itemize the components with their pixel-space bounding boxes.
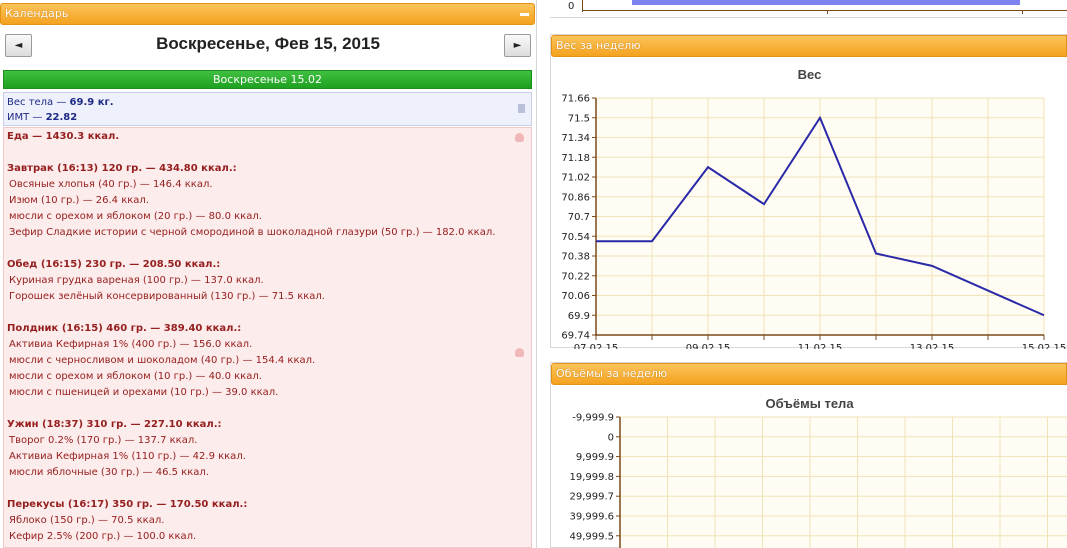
app-root: Календарь ◄ Воскресенье, Фев 15, 2015 ► …	[0, 0, 1067, 548]
food-item: мюсли с орехом и яблоком (10 гр.) — 40.0…	[9, 371, 262, 382]
trash-icon[interactable]	[518, 104, 525, 113]
collapse-icon[interactable]	[520, 13, 529, 16]
food-item: мюсли с пшеницей и орехами (10 гр.) — 39…	[9, 387, 279, 398]
xtick-label: 15.02.15	[1022, 343, 1067, 349]
hand-icon[interactable]	[515, 348, 524, 357]
food-item: Изюм (10 гр.) — 26.4 ккал.	[9, 195, 150, 206]
ytick-label: 70.86	[561, 192, 590, 203]
ytick-label: 71.18	[561, 153, 590, 164]
weight-panel-header[interactable]: Вес за неделю	[551, 35, 1067, 57]
calendar-header-title: Календарь	[5, 7, 69, 20]
volume-panel: Объёмы за неделю Объёмы тела -9,999.9 0 9,…	[550, 362, 1067, 548]
weight-chart: 71.66 71.5 71.34 71.18 71.02 70.86 70.7 70.54 70…	[561, 94, 1067, 350]
ytick-label: 0	[568, 1, 575, 12]
x-axis	[582, 10, 1067, 11]
food-item: Овсяные хлопья (40 гр.) — 146.4 ккал.	[9, 179, 213, 190]
ytick-label: 71.02	[561, 173, 590, 184]
food-item: Куриная грудка вареная (100 гр.) — 137.0…	[9, 275, 264, 286]
weight-row: Вес тела — 69.9 кг.	[7, 95, 528, 110]
ytick-label: 70.06	[561, 291, 590, 302]
ytick-label: 9,999.9	[576, 452, 614, 463]
meal-heading: Обед (16:15) 230 гр. — 208.50 ккал.:	[7, 259, 221, 270]
ytick-label: 70.54	[561, 232, 590, 243]
meal-heading: Ужин (18:37) 310 гр. — 227.10 ккал.:	[7, 419, 222, 430]
xtick-label: 13.02.15	[910, 343, 955, 349]
weight-value: 69.9 кг.	[69, 97, 114, 108]
meal-heading: Перекусы (16:17) 350 гр. — 170.50 ккал.:	[7, 499, 248, 510]
ytick-label: 0	[608, 432, 614, 443]
ytick-label: -9,999.9	[572, 413, 614, 424]
bmi-value: 22.82	[45, 112, 78, 123]
food-item: Яблоко (150 гр.) — 70.5 ккал.	[9, 515, 165, 526]
ytick-label: 19,999.8	[569, 472, 614, 483]
chart-bar	[632, 0, 1020, 5]
ytick-label: 70.22	[561, 271, 590, 282]
ytick-label: 49,999.5	[569, 531, 614, 542]
food-item: Горошек зелёный консервированный (130 гр…	[9, 291, 325, 302]
x-tick	[827, 10, 828, 14]
body-metrics-box: Вес тела — 69.9 кг. ИМТ — 22.82	[3, 92, 532, 126]
next-day-button[interactable]: ►	[504, 34, 531, 57]
date-title: Воскресенье, Фев 15, 2015	[156, 34, 380, 53]
hand-icon[interactable]	[515, 133, 524, 142]
ytick-label: 70.7	[568, 212, 590, 223]
top-chart-remnant: 0	[550, 0, 1067, 18]
x-tick	[1022, 10, 1023, 14]
meal-heading: Завтрак (16:13) 120 гр. — 434.80 ккал.:	[7, 163, 237, 174]
xtick-label: 11.02.15	[798, 343, 843, 349]
calendar-panel: Календарь ◄ Воскресенье, Фев 15, 2015 ► …	[0, 0, 537, 548]
meal-heading: Еда — 1430.3 ккал.	[7, 131, 120, 142]
ytick-label: 29,999.7	[569, 492, 614, 503]
bmi-label: ИМТ —	[7, 112, 46, 123]
ytick-label: 70.38	[561, 252, 590, 263]
weight-label: Вес тела —	[7, 97, 70, 108]
xtick-label: 09.02.15	[686, 343, 731, 349]
ytick-label: 71.66	[561, 94, 590, 105]
food-item: мюсли яблочные (30 гр.) — 46.5 ккал.	[9, 467, 209, 478]
prev-day-button[interactable]: ◄	[5, 34, 32, 57]
calendar-header: Календарь	[0, 3, 535, 25]
food-item: Активиа Кефирная 1% (110 гр.) — 42.9 кка…	[9, 451, 246, 462]
food-item: Творог 0.2% (170 гр.) — 137.7 ккал.	[9, 435, 198, 446]
day-bar[interactable]: Воскресенье 15.02	[3, 70, 532, 89]
ytick-label: 69.74	[561, 331, 590, 342]
food-item: Активиа Кефирная 1% (400 гр.) — 156.0 кк…	[9, 339, 253, 350]
weight-panel: Вес за неделю Вес 71.66 71.5 71.34 71.18 71.…	[550, 34, 1067, 350]
food-item: мюсли с черносливом и шоколадом (40 гр.)…	[9, 355, 316, 366]
xtick-label: 07.02.15	[574, 343, 619, 349]
food-item: Зефир Сладкие истории с черной смородино…	[9, 227, 496, 238]
volume-chart: -9,999.9 0 9,999.9 19,999.8 29,999.7 39,999.6…	[569, 413, 1067, 548]
food-item: Кефир 2.5% (200 гр.) — 100.0 ккал.	[9, 531, 197, 542]
ytick-label: 39,999.6	[569, 512, 614, 523]
food-log: Еда — 1430.3 ккал. Завтрак (16:13) 120 гр…	[3, 127, 532, 548]
bmi-row: ИМТ — 22.82	[7, 110, 528, 125]
ytick-label: 71.34	[561, 133, 590, 144]
food-lines: Еда — 1430.3 ккал. Завтрак (16:13) 120 гр…	[7, 129, 528, 545]
ytick-label: 69.9	[568, 311, 590, 322]
food-item: мюсли с орехом и яблоком (20 гр.) — 80.0…	[9, 211, 262, 222]
volume-panel-header[interactable]: Объёмы за неделю	[551, 363, 1067, 385]
ytick-label: 71.5	[568, 113, 590, 124]
meal-heading: Полдник (16:15) 460 гр. — 389.40 ккал.:	[7, 323, 242, 334]
